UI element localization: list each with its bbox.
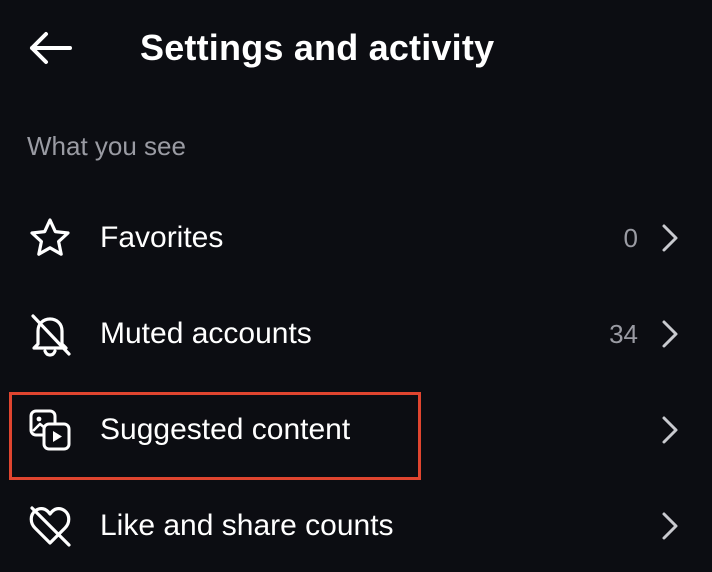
menu-item-label: Favorites: [100, 221, 224, 254]
menu-item-favorites[interactable]: Favorites 0: [0, 190, 712, 286]
chevron-right-icon: [658, 316, 682, 352]
menu-item-muted-accounts[interactable]: Muted accounts 34: [0, 286, 712, 382]
page-title: Settings and activity: [140, 27, 495, 68]
settings-menu: Favorites 0 Muted accounts 34 Suggested …: [0, 190, 712, 572]
arrow-left-icon: [30, 32, 72, 64]
settings-screen: Settings and activity What you see Favor…: [0, 0, 712, 572]
menu-item-label: Like and share counts: [100, 509, 394, 542]
menu-item-suggested-content[interactable]: Suggested content: [0, 382, 712, 478]
chevron-right-icon: [658, 508, 682, 544]
menu-item-count: 0: [623, 223, 638, 253]
section-header: What you see: [27, 131, 186, 161]
suggested-media-icon: [26, 406, 74, 454]
chevron-right-icon: [658, 220, 682, 256]
top-bar: Settings and activity: [0, 0, 712, 96]
menu-item-label: Suggested content: [100, 413, 351, 446]
heart-off-icon: [26, 502, 74, 550]
chevron-right-icon: [658, 412, 682, 448]
menu-item-like-and-share-counts[interactable]: Like and share counts: [0, 478, 712, 572]
menu-item-count: 34: [609, 319, 638, 349]
menu-item-label: Muted accounts: [100, 317, 312, 350]
back-button[interactable]: [20, 22, 80, 74]
star-icon: [26, 214, 74, 262]
bell-off-icon: [26, 310, 74, 358]
